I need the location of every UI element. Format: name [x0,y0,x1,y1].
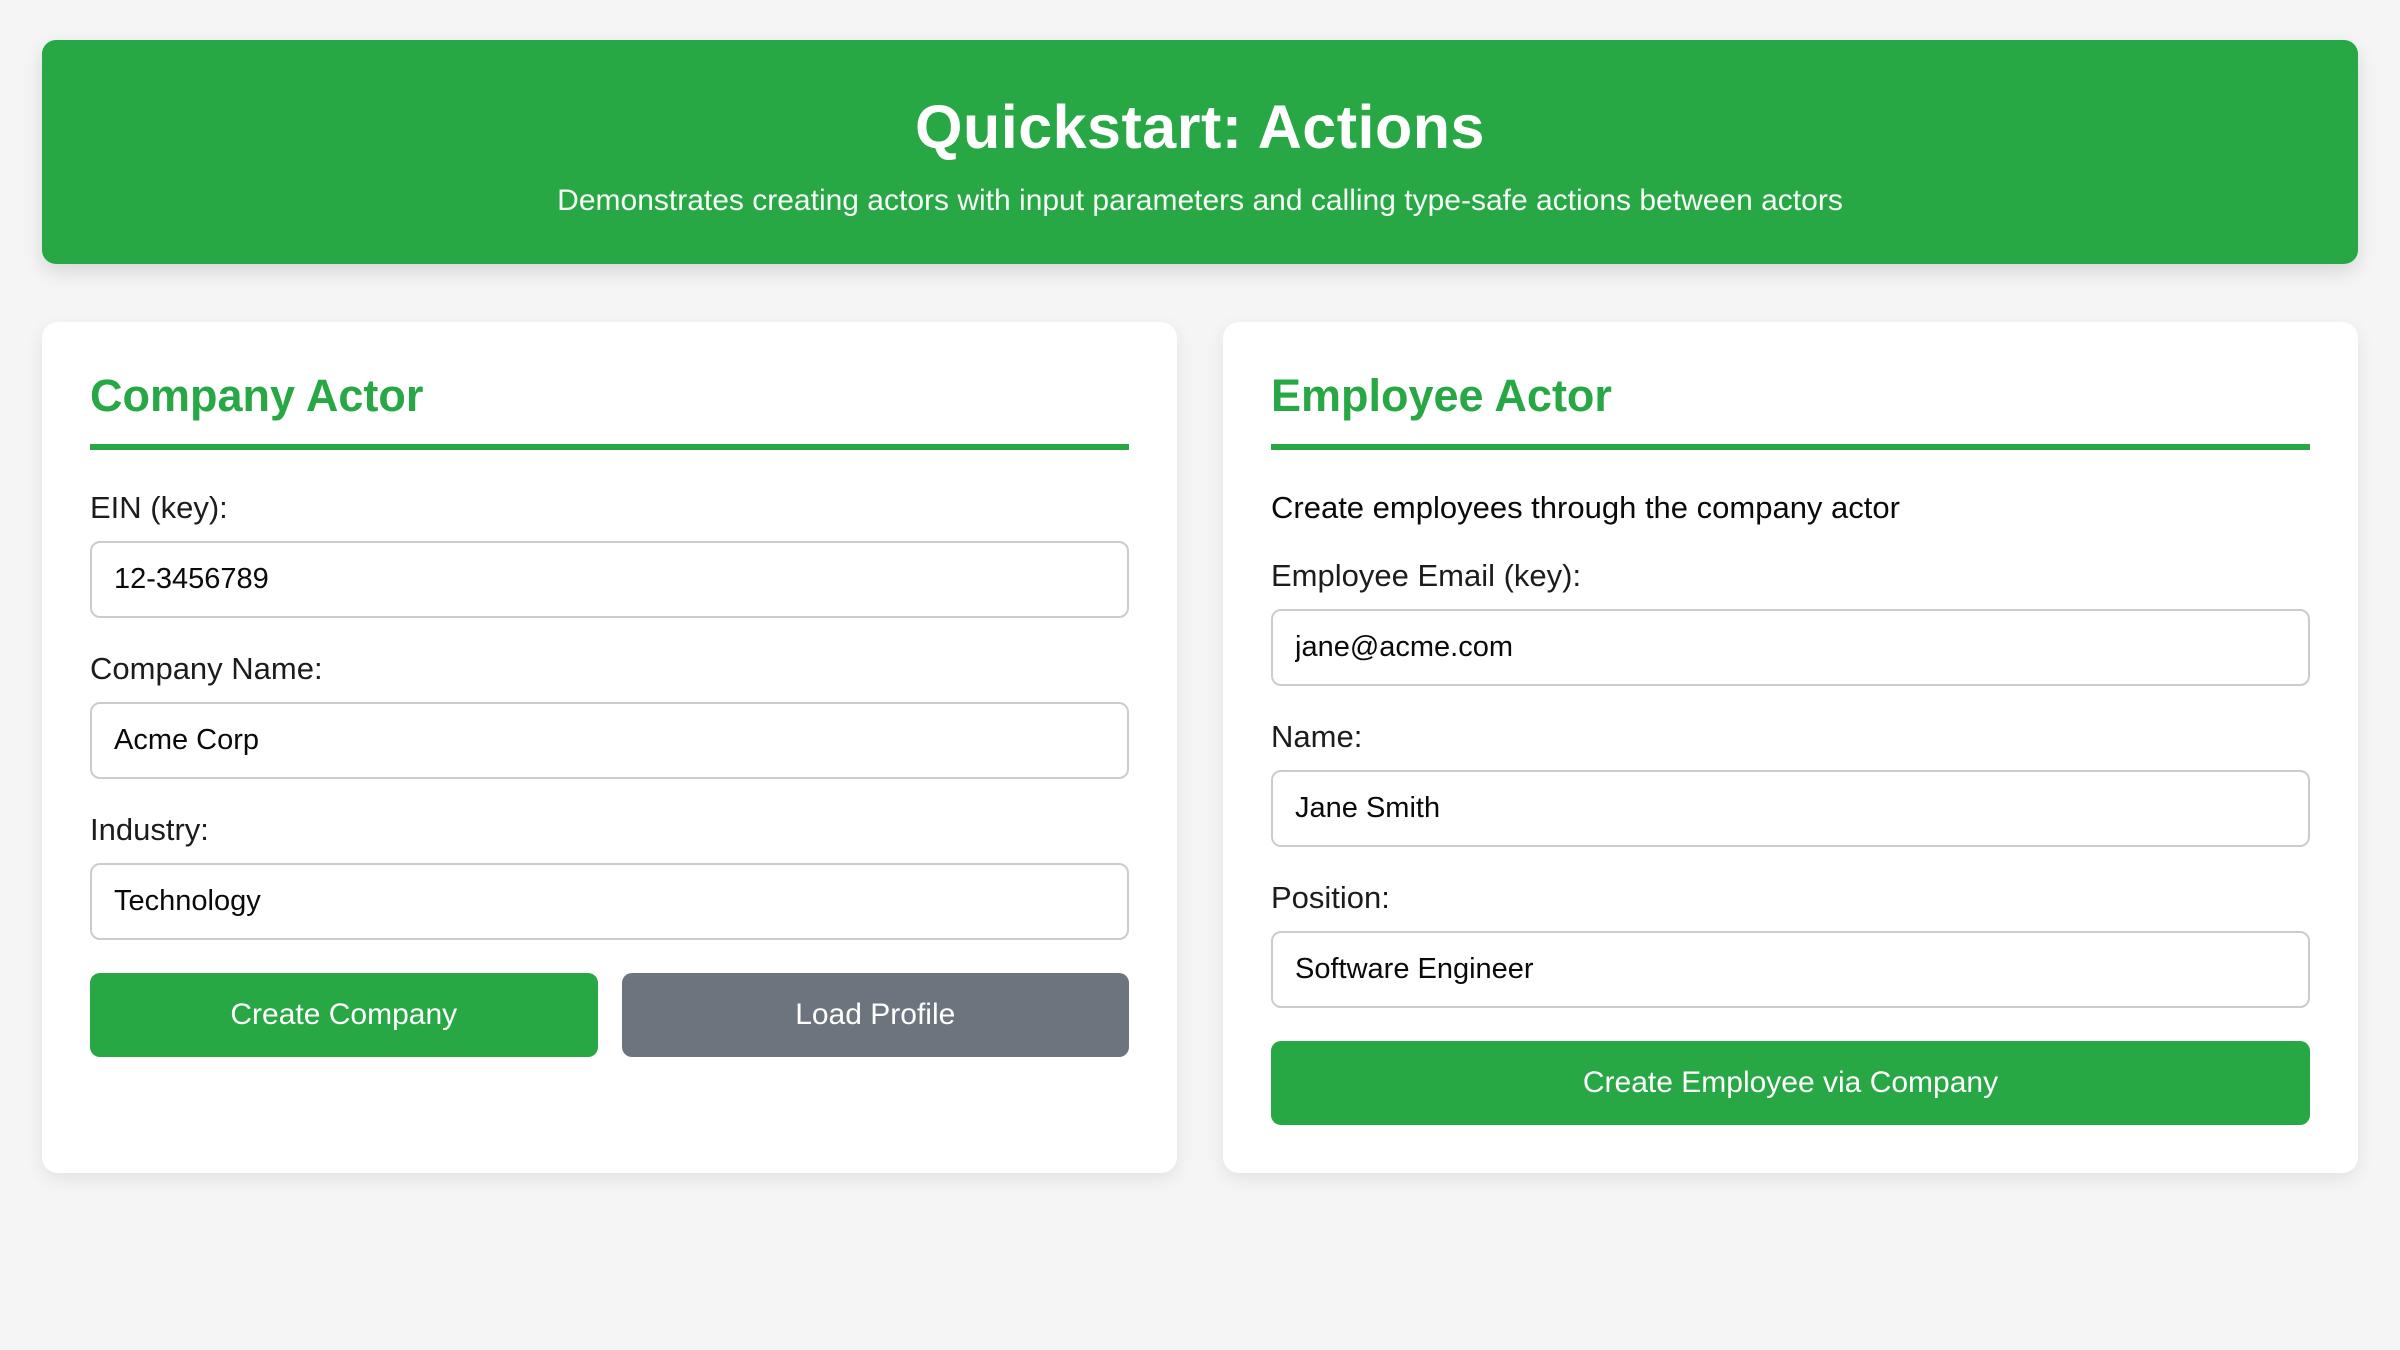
industry-input[interactable] [90,863,1129,940]
create-company-button[interactable]: Create Company [90,973,598,1057]
industry-label: Industry: [90,812,1129,848]
ein-label: EIN (key): [90,490,1129,526]
employee-position-label: Position: [1271,880,2310,916]
employee-name-label: Name: [1271,719,2310,755]
employee-card-title: Employee Actor [1271,370,2310,450]
company-name-input[interactable] [90,702,1129,779]
employee-card-description: Create employees through the company act… [1271,490,2310,526]
company-actor-card: Company Actor EIN (key): Company Name: I… [42,322,1177,1173]
ein-input[interactable] [90,541,1129,618]
create-employee-button[interactable]: Create Employee via Company [1271,1041,2310,1125]
employee-email-label: Employee Email (key): [1271,558,2310,594]
header-banner: Quickstart: Actions Demonstrates creatin… [42,40,2358,264]
employee-position-input[interactable] [1271,931,2310,1008]
cards-container: Company Actor EIN (key): Company Name: I… [42,322,2358,1173]
page-title: Quickstart: Actions [72,92,2328,162]
company-button-row: Create Company Load Profile [90,973,1129,1057]
load-profile-button[interactable]: Load Profile [622,973,1130,1057]
employee-actor-card: Employee Actor Create employees through … [1223,322,2358,1173]
employee-email-input[interactable] [1271,609,2310,686]
employee-name-input[interactable] [1271,770,2310,847]
company-name-label: Company Name: [90,651,1129,687]
page-subtitle: Demonstrates creating actors with input … [72,184,2328,218]
company-card-title: Company Actor [90,370,1129,450]
